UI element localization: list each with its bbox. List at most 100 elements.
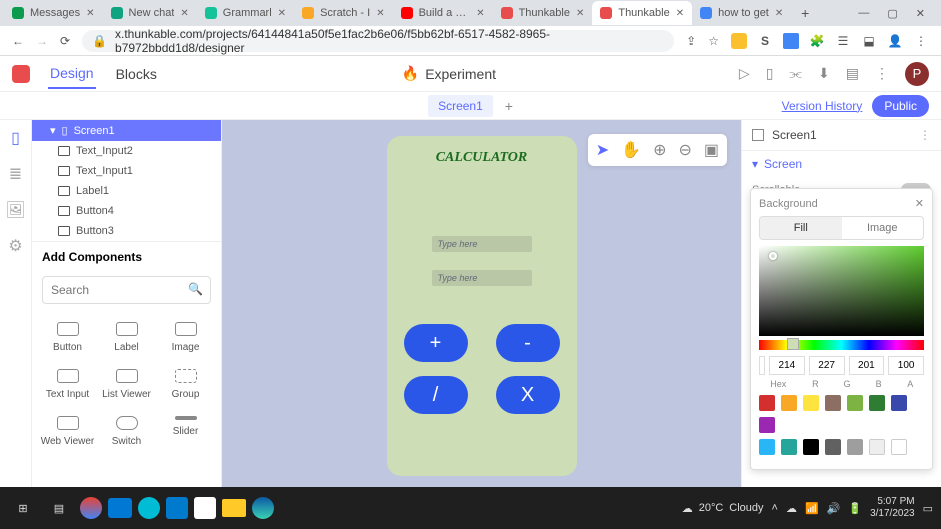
close-icon[interactable]: ✕ [180, 8, 188, 19]
browser-tab[interactable]: Thunkable✕ [493, 1, 593, 25]
kebab-icon[interactable]: ⋮ [913, 33, 929, 49]
palette-label[interactable]: Label [99, 316, 154, 359]
tab-design[interactable]: Design [48, 59, 96, 89]
color-swatch[interactable] [825, 395, 841, 411]
app-icon[interactable] [138, 497, 160, 519]
browser-tab[interactable]: New chat✕ [103, 1, 197, 25]
start-icon[interactable]: ⊞ [8, 493, 38, 523]
docs-icon[interactable]: ▤ [846, 65, 859, 82]
close-icon[interactable]: ✕ [915, 197, 924, 210]
palette-text-input[interactable]: Text Input [40, 363, 95, 406]
reading-list-icon[interactable]: ☰ [835, 33, 851, 49]
share-icon[interactable]: ⇪ [686, 34, 696, 48]
project-name[interactable]: 🔥 Experiment [402, 65, 496, 82]
forward-icon[interactable]: → [36, 34, 48, 48]
g-input[interactable] [809, 356, 845, 375]
chevron-up-icon[interactable]: ˄ [772, 502, 778, 514]
back-icon[interactable]: ← [12, 34, 24, 48]
tree-item[interactable]: Text_Input2 [32, 141, 221, 161]
palette-button[interactable]: Button [40, 316, 95, 359]
color-swatch[interactable] [781, 439, 797, 455]
palette-web-viewer[interactable]: Web Viewer [40, 410, 95, 453]
wifi-icon[interactable]: 📶 [805, 502, 819, 515]
palette-slider[interactable]: Slider [158, 410, 213, 453]
user-avatar[interactable]: P [905, 62, 929, 86]
app-icon[interactable] [194, 497, 216, 519]
color-swatch[interactable] [825, 439, 841, 455]
browser-tab[interactable]: Build a Cal✕ [393, 1, 493, 25]
task-view-icon[interactable]: ▤ [44, 493, 74, 523]
tree-item[interactable]: Button3 [32, 221, 221, 241]
star-icon[interactable]: ☆ [708, 34, 719, 48]
color-swatch[interactable] [891, 439, 907, 455]
extension-icon[interactable]: S [757, 33, 773, 49]
download-icon[interactable]: ⬇ [818, 65, 830, 82]
color-swatch[interactable] [869, 395, 885, 411]
fit-icon[interactable]: ▣ [704, 140, 719, 160]
weather-widget[interactable]: ☁ 20°C Cloudy [682, 502, 764, 515]
close-icon[interactable]: ✕ [376, 8, 384, 19]
device-preview[interactable]: CALCULATOR Type here Type here + - / X [387, 136, 577, 476]
reload-icon[interactable]: ⟳ [60, 34, 70, 48]
color-swatch[interactable] [803, 395, 819, 411]
hand-icon[interactable]: ✋ [621, 140, 641, 160]
extensions-icon[interactable]: 🧩 [809, 33, 825, 49]
database-icon[interactable]: ≣ [9, 164, 22, 184]
color-swatch[interactable] [847, 439, 863, 455]
screen-chip[interactable]: Screen1 [428, 95, 493, 117]
close-window-icon[interactable]: ✕ [916, 7, 925, 20]
palette-list-viewer[interactable]: List Viewer [99, 363, 154, 406]
zoom-out-icon[interactable]: ⊖ [678, 140, 691, 160]
browser-tab-active[interactable]: Thunkable✕ [592, 1, 692, 25]
search-input[interactable] [42, 276, 211, 304]
color-swatch[interactable] [803, 439, 819, 455]
profile-avatar[interactable]: 👤 [887, 33, 903, 49]
assets-icon[interactable]: 🖼 [5, 200, 25, 220]
share-icon[interactable]: ⫘ [789, 65, 802, 82]
onedrive-icon[interactable]: ☁ [786, 502, 797, 515]
phone-icon[interactable]: ▯ [766, 65, 774, 82]
edge-icon[interactable] [252, 497, 274, 519]
tab-fill[interactable]: Fill [760, 217, 842, 239]
kebab-icon[interactable]: ⋮ [919, 128, 931, 142]
close-icon[interactable]: ✕ [576, 8, 584, 19]
color-swatch[interactable] [759, 439, 775, 455]
volume-icon[interactable]: 🔊 [827, 502, 841, 515]
minimize-icon[interactable]: — [858, 7, 869, 20]
tree-item[interactable]: Button4 [32, 201, 221, 221]
tree-item[interactable]: Label1 [32, 181, 221, 201]
close-icon[interactable]: ✕ [278, 8, 286, 19]
preview-text-input[interactable]: Type here [432, 236, 532, 252]
hex-input[interactable] [759, 356, 765, 375]
palette-image[interactable]: Image [158, 316, 213, 359]
taskbar-clock[interactable]: 5:07 PM 3/17/2023 [870, 496, 915, 520]
preview-button-multiply[interactable]: X [496, 376, 560, 414]
palette-switch[interactable]: Switch [99, 410, 154, 453]
phone-icon[interactable]: ▯ [11, 128, 20, 148]
color-swatch[interactable] [891, 395, 907, 411]
browser-tab[interactable]: Messages✕ [4, 1, 103, 25]
color-swatch[interactable] [869, 439, 885, 455]
close-icon[interactable]: ✕ [86, 8, 94, 19]
play-icon[interactable]: ▷ [739, 65, 750, 82]
browser-tab[interactable]: Grammarl✕ [197, 1, 294, 25]
hue-slider[interactable] [759, 340, 924, 350]
preview-button-divide[interactable]: / [404, 376, 468, 414]
picker-knob[interactable] [769, 252, 777, 260]
version-history-link[interactable]: Version History [782, 99, 863, 113]
tab-image[interactable]: Image [842, 217, 924, 239]
maximize-icon[interactable]: ▢ [887, 7, 897, 20]
tab-blocks[interactable]: Blocks [114, 60, 159, 88]
battery-icon[interactable]: 🔋 [848, 502, 862, 515]
chrome-icon[interactable] [80, 497, 102, 519]
downloads-icon[interactable]: ⬓ [861, 33, 877, 49]
zoom-in-icon[interactable]: ⊕ [653, 140, 666, 160]
extension-icon[interactable] [731, 33, 747, 49]
color-swatch[interactable] [781, 395, 797, 411]
extension-icon[interactable] [783, 33, 799, 49]
vscode-icon[interactable] [166, 497, 188, 519]
color-swatch[interactable] [759, 417, 775, 433]
notifications-icon[interactable]: ▭ [923, 502, 933, 515]
public-button[interactable]: Public [872, 95, 929, 117]
saturation-picker[interactable] [759, 246, 924, 336]
